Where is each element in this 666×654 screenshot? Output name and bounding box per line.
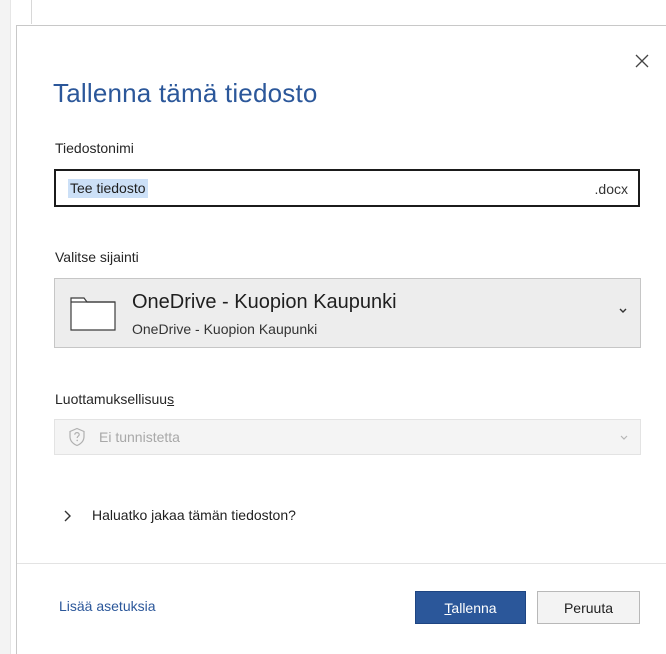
chevron-down-icon bbox=[619, 308, 627, 313]
cancel-button[interactable]: Peruuta bbox=[537, 591, 640, 624]
close-button[interactable] bbox=[628, 47, 656, 75]
filename-label: Tiedostonimi bbox=[55, 140, 134, 156]
folder-icon bbox=[70, 297, 116, 331]
more-options-link[interactable]: Lisää asetuksia bbox=[59, 598, 156, 614]
location-name: OneDrive - Kuopion Kaupunki bbox=[132, 291, 397, 313]
filename-extension: .docx bbox=[594, 181, 628, 197]
chevron-down-icon bbox=[620, 435, 628, 440]
dialog-title: Tallenna tämä tiedosto bbox=[53, 78, 318, 108]
background-window bbox=[0, 0, 666, 24]
background-ruler-tick bbox=[31, 0, 32, 24]
filename-input-value[interactable]: Tee tiedosto bbox=[68, 179, 148, 198]
location-subtitle: OneDrive - Kuopion Kaupunki bbox=[132, 321, 318, 337]
sensitivity-value: Ei tunnistetta bbox=[99, 429, 180, 445]
background-left-edge bbox=[0, 0, 11, 654]
shield-question-icon bbox=[69, 427, 85, 447]
sensitivity-label: Luottamuksellisuus bbox=[55, 391, 175, 407]
save-button-label: Tallenna bbox=[444, 599, 497, 616]
close-icon bbox=[635, 54, 649, 68]
footer-divider bbox=[17, 563, 666, 564]
filename-field[interactable]: Tee tiedosto .docx bbox=[54, 169, 640, 207]
chevron-right-icon bbox=[64, 510, 71, 522]
location-label: Valitse sijainti bbox=[55, 249, 139, 265]
location-dropdown[interactable]: OneDrive - Kuopion Kaupunki OneDrive - K… bbox=[54, 278, 641, 348]
save-button[interactable]: Tallenna bbox=[415, 591, 526, 624]
share-label: Haluatko jakaa tämän tiedoston? bbox=[92, 507, 296, 523]
sensitivity-dropdown: Ei tunnistetta bbox=[54, 419, 641, 455]
